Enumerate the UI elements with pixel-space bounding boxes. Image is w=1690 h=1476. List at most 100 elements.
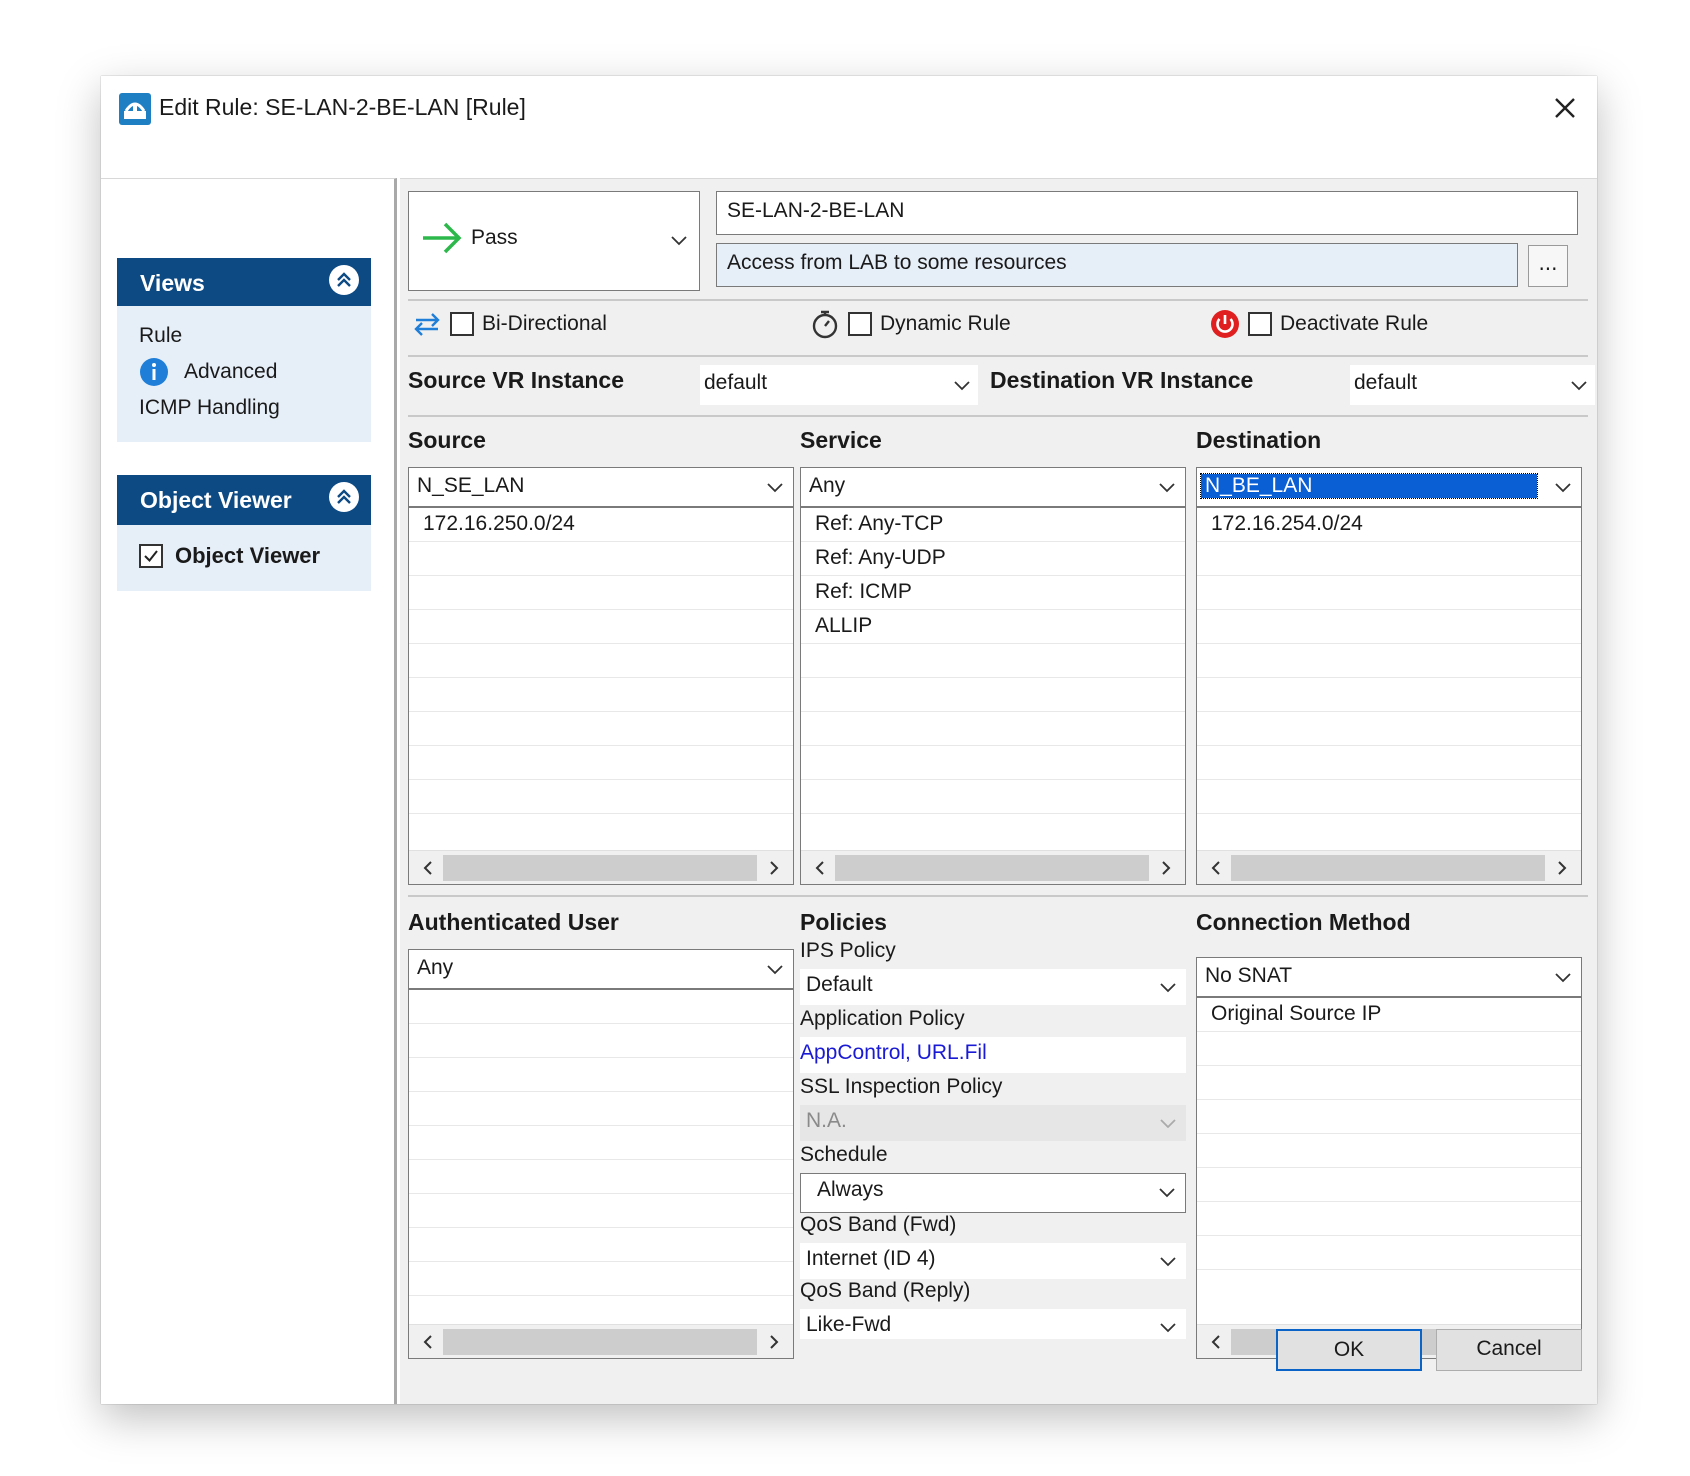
destination-label: Destination: [1196, 427, 1322, 453]
collapse-up-icon[interactable]: [329, 265, 359, 295]
ok-button[interactable]: OK: [1276, 1329, 1422, 1371]
destination-vr-select[interactable]: default: [1350, 365, 1595, 405]
chevron-down-icon: [671, 236, 687, 246]
list-item[interactable]: Ref: Any-UDP: [801, 542, 1185, 576]
chevron-down-icon: [1160, 1257, 1176, 1267]
scroll-thumb[interactable]: [835, 855, 1149, 881]
destination-select[interactable]: N_BE_LAN: [1196, 467, 1582, 507]
object-viewer-panel-header[interactable]: Object Viewer: [117, 475, 371, 525]
list-row-empty: [409, 712, 793, 746]
scroll-left-icon[interactable]: [809, 857, 831, 879]
qos-fwd-select[interactable]: Internet (ID 4): [800, 1243, 1186, 1279]
scroll-left-icon[interactable]: [1205, 1331, 1227, 1353]
list-item[interactable]: 172.16.254.0/24: [1197, 508, 1581, 542]
ips-policy-label: IPS Policy: [800, 939, 896, 962]
policies-label: Policies: [800, 909, 887, 935]
view-item-icmp-handling[interactable]: ICMP Handling: [139, 396, 280, 420]
info-icon: [140, 358, 168, 386]
scroll-thumb[interactable]: [1231, 855, 1545, 881]
list-row-empty: [801, 678, 1185, 712]
scroll-right-icon[interactable]: [763, 857, 785, 879]
rule-comment-input[interactable]: Access from LAB to some resources: [716, 243, 1518, 287]
list-row-empty: [409, 610, 793, 644]
power-icon: [1211, 310, 1239, 338]
list-row-empty: [1197, 1066, 1581, 1100]
scroll-right-icon[interactable]: [1551, 857, 1573, 879]
authenticated-user-selected: Any: [417, 956, 454, 979]
ips-policy-select[interactable]: Default: [800, 969, 1186, 1005]
qos-reply-select[interactable]: Like-Fwd: [800, 1309, 1186, 1339]
authenticated-user-list: [408, 989, 794, 1359]
list-row-empty: [801, 746, 1185, 780]
divider: [408, 895, 1588, 897]
application-policy-link[interactable]: AppControl, URL.Fil: [800, 1037, 1186, 1073]
service-select[interactable]: Any: [800, 467, 1186, 507]
action-select[interactable]: Pass: [408, 191, 700, 291]
deactivate-rule-label: Deactivate Rule: [1280, 312, 1429, 335]
schedule-select[interactable]: Always: [800, 1173, 1186, 1213]
pass-arrow-icon: [423, 222, 462, 254]
chevron-down-icon: [1159, 483, 1175, 493]
deactivate-rule-checkbox[interactable]: [1248, 312, 1272, 336]
source-select[interactable]: N_SE_LAN: [408, 467, 794, 507]
scroll-left-icon[interactable]: [417, 1331, 439, 1353]
authenticated-user-select[interactable]: Any: [408, 949, 794, 989]
qos-reply-value: Like-Fwd: [806, 1313, 892, 1336]
chevron-down-icon: [767, 483, 783, 493]
ssl-inspection-policy-select: N.A.: [800, 1105, 1186, 1141]
window-title: Edit Rule: SE-LAN-2-BE-LAN [Rule]: [159, 94, 526, 120]
scroll-thumb[interactable]: [443, 855, 757, 881]
list-item[interactable]: ALLIP: [801, 610, 1185, 644]
list-row-empty: [1197, 1032, 1581, 1066]
chevron-down-icon: [1571, 381, 1587, 391]
list-item[interactable]: 172.16.250.0/24: [409, 508, 793, 542]
horizontal-scrollbar[interactable]: [801, 850, 1185, 884]
more-options-button[interactable]: ...: [1528, 245, 1568, 287]
list-row-empty: [1197, 542, 1581, 576]
scroll-right-icon[interactable]: [1155, 857, 1177, 879]
dynamic-rule-label: Dynamic Rule: [880, 312, 1011, 335]
source-vr-select[interactable]: default: [700, 365, 978, 405]
horizontal-scrollbar[interactable]: [409, 850, 793, 884]
list-row-empty: [1197, 1202, 1581, 1236]
ssl-inspection-policy-label: SSL Inspection Policy: [800, 1075, 1003, 1098]
view-item-rule[interactable]: Rule: [139, 324, 182, 348]
ssl-inspection-policy-value: N.A.: [806, 1109, 847, 1132]
scroll-right-icon[interactable]: [763, 1331, 785, 1353]
connection-method-select[interactable]: No SNAT: [1196, 957, 1582, 997]
object-viewer-checkbox-label: Object Viewer: [175, 543, 321, 568]
list-row-empty: [409, 644, 793, 678]
rule-name-input[interactable]: SE-LAN-2-BE-LAN: [716, 191, 1578, 235]
list-row-empty: [1197, 576, 1581, 610]
bidirectional-checkbox[interactable]: [450, 312, 474, 336]
list-item[interactable]: Ref: ICMP: [801, 576, 1185, 610]
list-row-empty: [409, 990, 793, 1024]
source-vr-value: default: [704, 371, 768, 394]
list-row-empty: [409, 1160, 793, 1194]
dynamic-rule-checkbox[interactable]: [848, 312, 872, 336]
chevron-down-icon: [1160, 983, 1176, 993]
scroll-thumb[interactable]: [443, 1329, 757, 1355]
horizontal-scrollbar[interactable]: [1197, 850, 1581, 884]
list-row-empty: [409, 1228, 793, 1262]
view-item-advanced[interactable]: Advanced: [184, 360, 277, 384]
close-icon[interactable]: [1547, 90, 1583, 126]
scroll-left-icon[interactable]: [417, 857, 439, 879]
divider: [408, 415, 1588, 417]
deactivate-rule-flag: Deactivate Rule: [1208, 307, 1428, 341]
cancel-button[interactable]: Cancel: [1436, 1329, 1582, 1371]
destination-list: 172.16.254.0/24: [1196, 507, 1582, 885]
object-viewer-checkbox[interactable]: [139, 544, 163, 568]
sidebar: Views Rule Advanced ICMP Handling Object…: [101, 178, 397, 1404]
horizontal-scrollbar[interactable]: [409, 1324, 793, 1358]
list-row-empty: [409, 1058, 793, 1092]
views-panel-header[interactable]: Views: [117, 258, 371, 308]
object-viewer-panel-body: Object Viewer: [117, 525, 371, 591]
list-item[interactable]: Original Source IP: [1197, 998, 1581, 1032]
list-row-empty: [409, 1262, 793, 1296]
firewall-app-icon: [119, 93, 151, 125]
list-row-empty: [409, 1092, 793, 1126]
scroll-left-icon[interactable]: [1205, 857, 1227, 879]
collapse-up-icon[interactable]: [329, 482, 359, 512]
list-item[interactable]: Ref: Any-TCP: [801, 508, 1185, 542]
